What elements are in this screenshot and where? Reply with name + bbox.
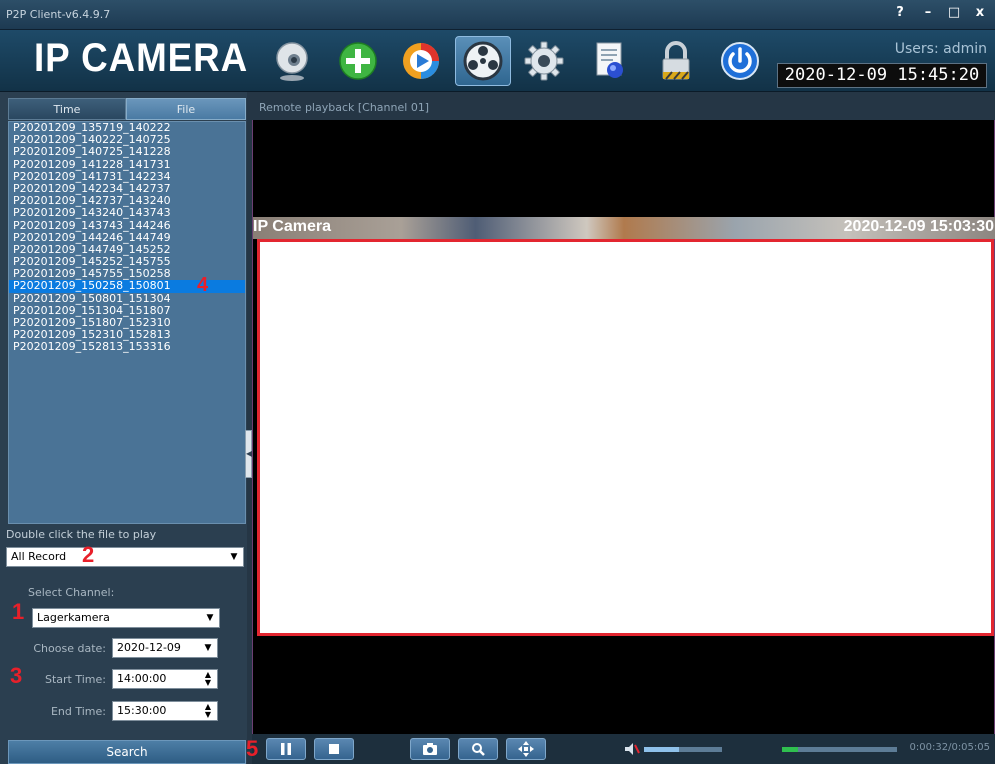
file-name: P20201209_141731_142234 bbox=[13, 169, 171, 183]
play-icon bbox=[403, 43, 439, 79]
file-name: P20201209_143240_143743 bbox=[13, 206, 171, 220]
chevron-down-icon: ▼ bbox=[204, 643, 212, 653]
camera-icon bbox=[423, 743, 437, 755]
record-type-select[interactable]: All Record ▼ bbox=[6, 547, 244, 567]
spinner-icon[interactable]: ▲ ▼ bbox=[201, 671, 215, 687]
start-time-field[interactable]: 14:00:00 ▲ ▼ bbox=[112, 669, 218, 689]
marker-2: 2 bbox=[82, 542, 95, 567]
spinner-icon[interactable]: ▲ ▼ bbox=[201, 703, 215, 719]
channel-select[interactable]: Lagerkamera ▼ bbox=[32, 608, 220, 628]
pause-icon bbox=[281, 743, 291, 755]
power-icon bbox=[721, 42, 759, 80]
file-name: P20201209_140725_141228 bbox=[13, 145, 171, 159]
file-name: P20201209_144246_144749 bbox=[13, 230, 171, 244]
osd-timestamp: 2020-12-09 15:03:30 bbox=[843, 218, 994, 235]
minimize-button[interactable]: – bbox=[917, 4, 939, 24]
clock-display: 2020-12-09 15:45:20 bbox=[777, 63, 987, 88]
file-name: P20201209_141228_141731 bbox=[13, 157, 171, 171]
volume-slider-fill bbox=[644, 747, 680, 752]
lock-icon bbox=[662, 41, 690, 80]
select-channel-label: Select Channel: bbox=[28, 586, 115, 599]
tab-bar: Time File bbox=[8, 98, 246, 120]
end-time-label: End Time: bbox=[50, 705, 106, 718]
speaker-mute-icon[interactable] bbox=[624, 742, 640, 756]
tab-time[interactable]: Time bbox=[8, 98, 126, 120]
exit-button[interactable] bbox=[712, 36, 768, 86]
settings-button[interactable] bbox=[516, 36, 572, 86]
file-name: P20201209_150258_150801 bbox=[13, 279, 171, 293]
media-play-button[interactable] bbox=[393, 36, 449, 86]
record-type-value: All Record bbox=[11, 550, 67, 563]
start-time-label: Start Time: bbox=[45, 673, 106, 686]
marker-1: 1 bbox=[12, 599, 25, 624]
file-name: P20201209_145755_150258 bbox=[13, 267, 171, 281]
magnifier-icon bbox=[472, 743, 485, 756]
title-bar: P2P Client-v6.4.9.7 ? – □ x bbox=[0, 0, 995, 30]
zoom-button[interactable] bbox=[458, 738, 498, 760]
app-logo: IP CAMERA bbox=[34, 36, 249, 80]
stop-icon bbox=[329, 744, 339, 754]
log-button[interactable] bbox=[582, 36, 638, 86]
chevron-down-icon: ▼ bbox=[230, 552, 238, 562]
file-name: P20201209_143743_144246 bbox=[13, 218, 171, 232]
date-picker[interactable]: 2020-12-09 ▼ bbox=[112, 638, 218, 658]
move-arrows-icon bbox=[518, 741, 534, 757]
help-button[interactable]: ? bbox=[889, 4, 911, 24]
document-icon bbox=[596, 42, 623, 78]
channel-value: Lagerkamera bbox=[37, 611, 110, 624]
file-name: P20201209_142234_142737 bbox=[13, 181, 171, 195]
gear-icon bbox=[524, 41, 564, 81]
start-time-value: 14:00:00 bbox=[117, 672, 167, 685]
file-name: P20201209_144749_145252 bbox=[13, 242, 171, 256]
tab-file[interactable]: File bbox=[126, 98, 246, 120]
app-window: P2P Client-v6.4.9.7 ? – □ x IP CAMERA Us… bbox=[0, 0, 995, 764]
panel-collapse-handle[interactable]: ◀ bbox=[245, 430, 252, 478]
time-counter: 0:00:32/0:05:05 bbox=[909, 742, 990, 753]
remote-playback-button[interactable] bbox=[455, 36, 511, 86]
chevron-down-icon: ▼ bbox=[206, 613, 214, 623]
progress-slider[interactable] bbox=[782, 747, 897, 752]
file-name: P20201209_151304_151807 bbox=[13, 303, 171, 317]
file-name: P20201209_140222_140725 bbox=[13, 133, 171, 147]
playback-title: Remote playback [Channel 01] bbox=[259, 101, 430, 114]
user-label: Users: admin bbox=[894, 41, 987, 57]
file-name: P20201209_145252_145755 bbox=[13, 255, 171, 269]
file-list-item[interactable]: P20201209_152813_153316 bbox=[9, 341, 245, 353]
stop-button[interactable] bbox=[314, 738, 354, 760]
hint-text: Double click the file to play bbox=[6, 528, 157, 541]
close-button[interactable]: x bbox=[969, 4, 991, 24]
progress-slider-fill bbox=[782, 747, 799, 752]
add-device-button[interactable] bbox=[330, 36, 386, 86]
video-viewport[interactable]: IP Camera 2020-12-09 15:03:30 bbox=[252, 120, 995, 734]
fullscreen-button[interactable] bbox=[506, 738, 546, 760]
pause-button[interactable] bbox=[266, 738, 306, 760]
left-panel: Time File P20201209_135719_140222 P202012… bbox=[0, 92, 247, 764]
choose-date-label: Choose date: bbox=[33, 642, 106, 655]
reel-icon bbox=[463, 41, 503, 81]
end-time-field[interactable]: 15:30:00 ▲ ▼ bbox=[112, 701, 218, 721]
search-button[interactable]: Search bbox=[8, 740, 246, 764]
file-name: P20201209_152813_153316 bbox=[13, 340, 171, 354]
file-name: P20201209_150801_151304 bbox=[13, 291, 171, 305]
webcam-icon bbox=[276, 42, 308, 81]
recording-file-list[interactable]: P20201209_135719_140222 P20201209_140222_… bbox=[8, 121, 246, 524]
file-name: P20201209_151807_152310 bbox=[13, 316, 171, 329]
end-time-value: 15:30:00 bbox=[117, 704, 167, 717]
plus-icon bbox=[339, 42, 377, 80]
osd-camera-name: IP Camera bbox=[253, 218, 331, 235]
live-view-button[interactable] bbox=[264, 36, 320, 86]
playback-controls: 5 0:00:32/0:05:05 bbox=[246, 734, 995, 764]
file-name: P20201209_152310_152813 bbox=[13, 328, 171, 342]
marker-5: 5 bbox=[246, 736, 259, 761]
file-name: P20201209_135719_140222 bbox=[13, 121, 171, 134]
highlighted-video-region bbox=[257, 239, 994, 636]
lock-button[interactable] bbox=[648, 36, 704, 86]
window-title: P2P Client-v6.4.9.7 bbox=[6, 8, 111, 21]
maximize-button[interactable]: □ bbox=[943, 4, 965, 24]
date-value: 2020-12-09 bbox=[117, 641, 181, 654]
header: IP CAMERA Users: admin 2020-12-09 15:45:… bbox=[0, 30, 995, 92]
file-name: P20201209_142737_143240 bbox=[13, 194, 171, 208]
volume-slider[interactable] bbox=[644, 747, 722, 752]
snapshot-button[interactable] bbox=[410, 738, 450, 760]
